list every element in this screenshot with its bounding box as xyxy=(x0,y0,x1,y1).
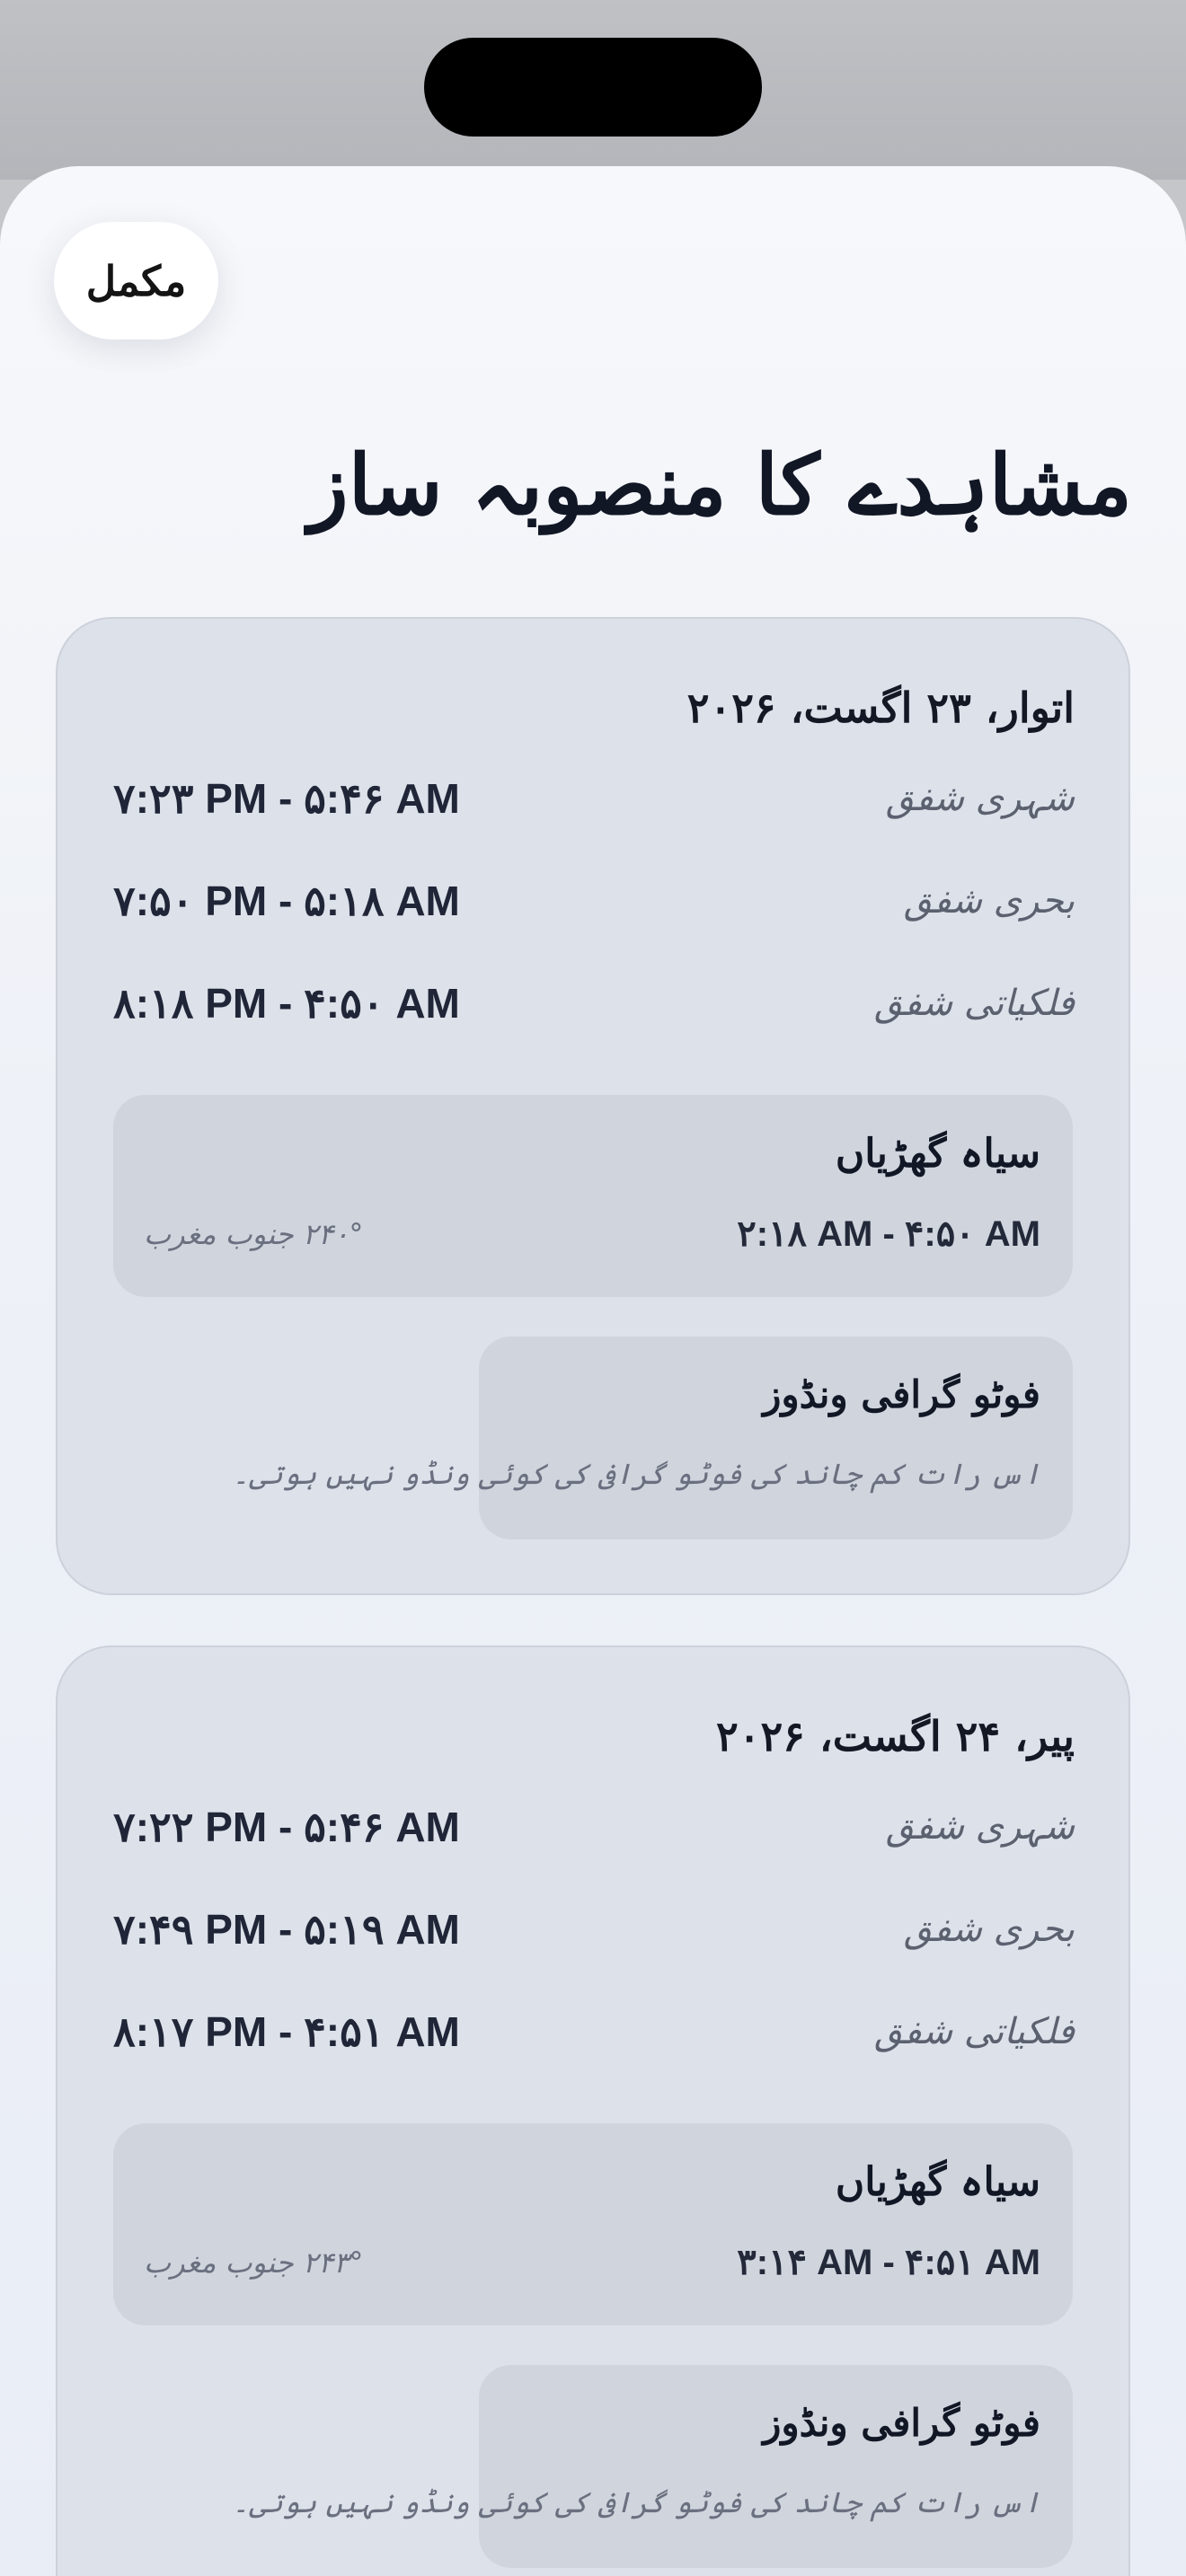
twilight-label: فلکیاتی شفق xyxy=(873,983,1075,1024)
photo-window-note: اس رات کم چاند کی فوٹو گرافی کی کوئی ونڈ… xyxy=(232,2485,1040,2519)
twilight-time: ۸:۱۷ PM - ۴:۵۱ AM xyxy=(113,2008,460,2055)
photo-window-title: فوٹو گرافی ونڈوز xyxy=(763,2401,1040,2445)
day-card: اتوار، ۲۳ اگست، ۲۰۲۶ شہری شفق ۷:۲۳ PM - … xyxy=(56,617,1130,1595)
date-title: پیر، ۲۴ اگست، ۲۰۲۶ xyxy=(716,1712,1075,1760)
dark-hours-box: سیاہ گھڑیاں ۲:۱۸ AM - ۴:۵۰ AM ۲۴۰° جنوب … xyxy=(113,1095,1073,1297)
photo-window-box: فوٹو گرافی ونڈوز اس رات کم چاند کی فوٹو … xyxy=(233,2365,1073,2568)
astronomical-twilight-row: فلکیاتی شفق ۸:۱۷ PM - ۴:۵۱ AM xyxy=(111,1996,1075,2068)
dynamic-island xyxy=(424,38,762,137)
twilight-time: ۷:۵۰ PM - ۵:۱۸ AM xyxy=(113,878,460,924)
twilight-label: شہری شفق xyxy=(885,1806,1075,1848)
twilight-label: شہری شفق xyxy=(885,778,1075,819)
twilight-label: بحری شفق xyxy=(903,1909,1075,1950)
dark-hours-time: ۲:۱۸ AM - ۴:۵۰ AM xyxy=(737,1214,1040,1254)
moon-direction: ۲۴۰° جنوب مغرب xyxy=(144,1217,364,1251)
nautical-twilight-row: بحری شفق ۷:۴۹ PM - ۵:۱۹ AM xyxy=(111,1893,1075,1965)
dark-hours-title: سیاہ گھڑیاں xyxy=(835,2159,1040,2205)
civil-twilight-row: شہری شفق ۷:۲۳ PM - ۵:۴۶ AM xyxy=(111,763,1075,834)
dark-hours-time: ۳:۱۴ AM - ۴:۵۱ AM xyxy=(737,2243,1040,2282)
twilight-label: فلکیاتی شفق xyxy=(873,2011,1075,2052)
photo-window-title: فوٹو گرافی ونڈوز xyxy=(763,1372,1040,1416)
moon-direction: ۲۴۳° جنوب مغرب xyxy=(144,2245,364,2280)
twilight-time: ۸:۱۸ PM - ۴:۵۰ AM xyxy=(113,980,460,1027)
civil-twilight-row: شہری شفق ۷:۲۲ PM - ۵:۴۶ AM xyxy=(111,1791,1075,1863)
dark-hours-box: سیاہ گھڑیاں ۳:۱۴ AM - ۴:۵۱ AM ۲۴۳° جنوب … xyxy=(113,2123,1073,2325)
date-title: اتوار، ۲۳ اگست، ۲۰۲۶ xyxy=(686,684,1075,732)
twilight-time: ۷:۲۳ PM - ۵:۴۶ AM xyxy=(113,775,460,822)
nautical-twilight-row: بحری شفق ۷:۵۰ PM - ۵:۱۸ AM xyxy=(111,865,1075,937)
planner-sheet: مکمل مشاہدے کا منصوبہ ساز اتوار، ۲۳ اگست… xyxy=(0,166,1186,2576)
twilight-label: بحری شفق xyxy=(903,880,1075,922)
twilight-time: ۷:۴۹ PM - ۵:۱۹ AM xyxy=(113,1906,460,1953)
day-card: پیر، ۲۴ اگست، ۲۰۲۶ شہری شفق ۷:۲۲ PM - ۵:… xyxy=(56,1645,1130,2576)
twilight-time: ۷:۲۲ PM - ۵:۴۶ AM xyxy=(113,1804,460,1850)
photo-window-note: اس رات کم چاند کی فوٹو گرافی کی کوئی ونڈ… xyxy=(232,1457,1040,1491)
photo-window-box: فوٹو گرافی ونڈوز اس رات کم چاند کی فوٹو … xyxy=(233,1337,1073,1539)
astronomical-twilight-row: فلکیاتی شفق ۸:۱۸ PM - ۴:۵۰ AM xyxy=(111,967,1075,1039)
page-title: مشاہدے کا منصوبہ ساز xyxy=(308,437,1132,534)
dark-hours-title: سیاہ گھڑیاں xyxy=(835,1131,1040,1177)
done-button[interactable]: مکمل xyxy=(54,222,218,340)
